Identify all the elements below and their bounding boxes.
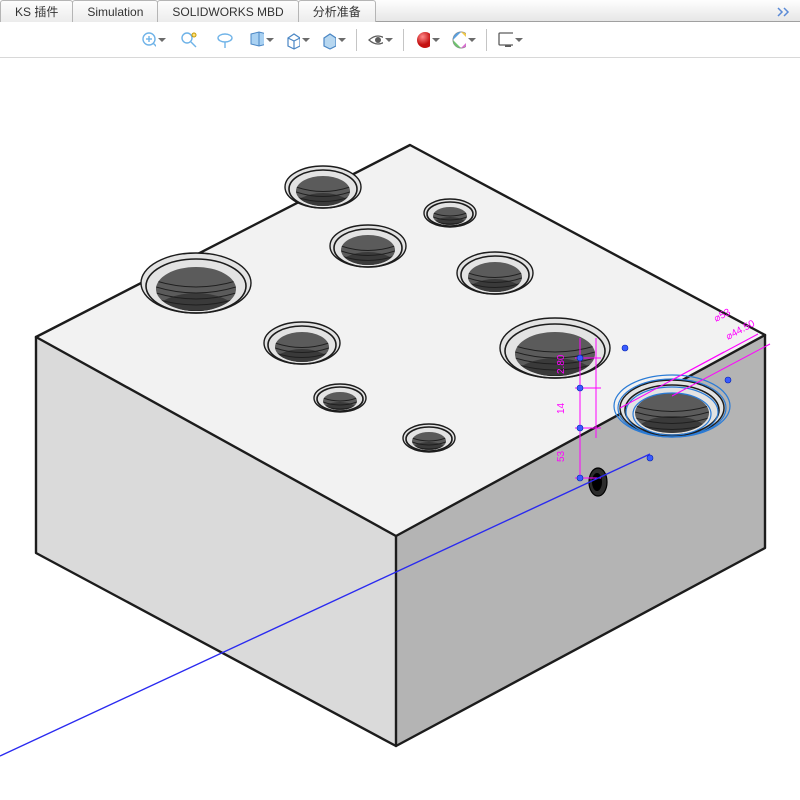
dimension-vert2: 14 bbox=[556, 402, 567, 414]
model-view[interactable]: 2.80 14 53 ⌀53 ⌀44.50 bbox=[0, 58, 800, 800]
tab-ks-plugin[interactable]: KS 插件 bbox=[0, 0, 73, 22]
tab-solidworks-mbd[interactable]: SOLIDWORKS MBD bbox=[157, 0, 298, 22]
dimension-vert1: 2.80 bbox=[556, 354, 567, 374]
edit-appearance-icon[interactable] bbox=[414, 27, 440, 53]
front-face-port[interactable] bbox=[589, 468, 607, 496]
apply-scene-icon[interactable] bbox=[450, 27, 476, 53]
orientation-icon[interactable] bbox=[284, 27, 310, 53]
chevrons-expand-icon[interactable] bbox=[776, 4, 794, 18]
magnify-icon[interactable] bbox=[212, 27, 238, 53]
tab-analysis-prep[interactable]: 分析准备 bbox=[298, 0, 376, 22]
zoom-fit-icon[interactable] bbox=[140, 27, 166, 53]
zoom-area-icon[interactable] bbox=[176, 27, 202, 53]
toolbar-separator bbox=[356, 29, 357, 51]
view-settings-icon[interactable] bbox=[497, 27, 523, 53]
toolbar-separator bbox=[403, 29, 404, 51]
graphics-viewport[interactable]: 2.80 14 53 ⌀53 ⌀44.50 bbox=[0, 58, 800, 800]
section-view-icon[interactable] bbox=[248, 27, 274, 53]
tab-simulation[interactable]: Simulation bbox=[72, 0, 158, 22]
hide-show-icon[interactable] bbox=[367, 27, 393, 53]
command-manager-tabs: KS 插件 Simulation SOLIDWORKS MBD 分析准备 bbox=[0, 0, 800, 22]
view-heads-up-toolbar bbox=[0, 22, 800, 58]
dimension-vert3: 53 bbox=[556, 450, 567, 462]
display-style-icon[interactable] bbox=[320, 27, 346, 53]
toolbar-separator bbox=[486, 29, 487, 51]
